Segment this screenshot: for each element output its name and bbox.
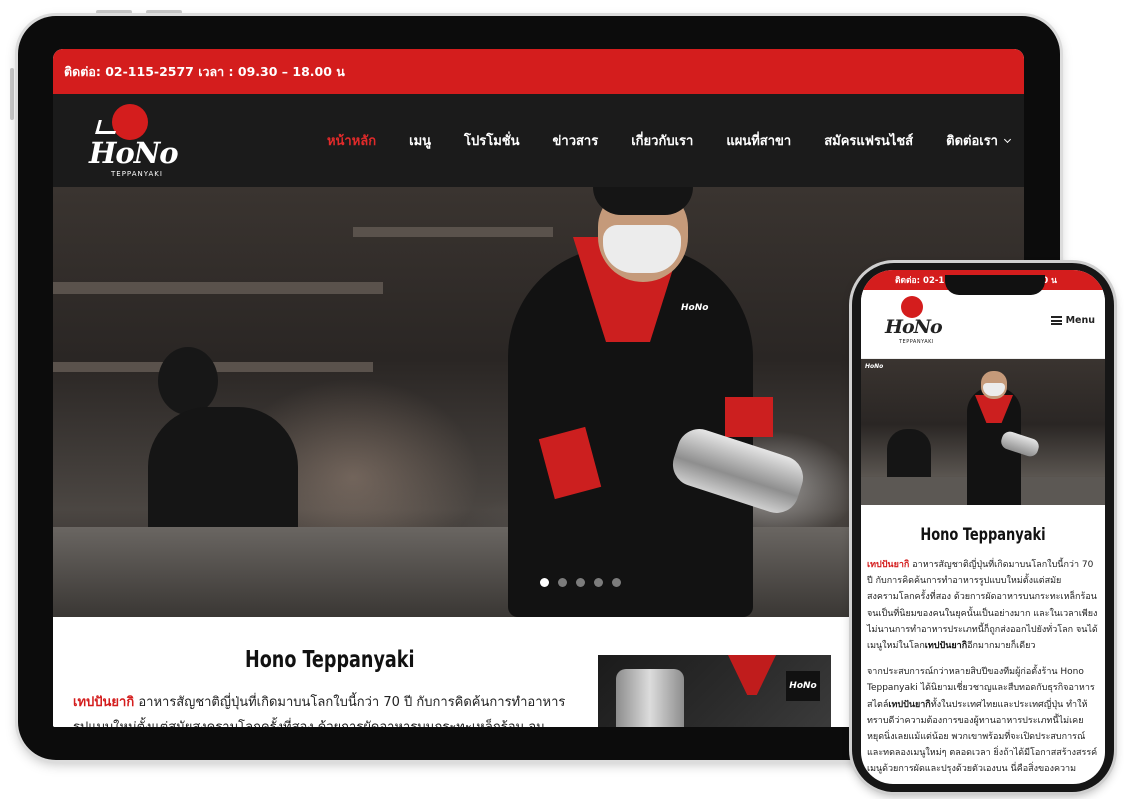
phone-frame: ติดต่อ: 02-1 00 น HoNo TEPPANYAKI Menu H… xyxy=(852,263,1114,792)
logo-emblem-icon xyxy=(901,296,923,318)
nav-item-about[interactable]: เกี่ยวกับเรา xyxy=(631,130,693,151)
phone-hero-slider[interactable]: HoNo xyxy=(861,359,1105,505)
apron-logo: HoNo xyxy=(681,303,709,313)
background-shelf xyxy=(353,227,553,237)
intro-text: อาหารสัญชาติญี่ปุ่นที่เกิดมาบนโลกใบนี้กว… xyxy=(73,695,566,727)
hero-photo-chef-hair xyxy=(593,187,693,215)
phone-contact-text: ติดต่อ: 02-1 xyxy=(895,276,945,286)
phone-intro-paragraph: เทปปันยากิ อาหารสัญชาติญี่ปุ่นที่เกิดมาบ… xyxy=(861,557,1105,654)
phone-intro-paragraph-2: จากประสบการณ์กว่าหลายสิบปีของทีมผู้ก่อตั… xyxy=(861,664,1105,777)
hero-photo-worker xyxy=(158,347,218,415)
nav-item-branches[interactable]: แผนที่สาขา xyxy=(726,130,791,151)
main-navbar: HoNo TEPPANYAKI หน้าหลัก เมนู โปรโมชั่น … xyxy=(53,94,1024,187)
main-menu: หน้าหลัก เมนู โปรโมชั่น ข่าวสาร เกี่ยวกั… xyxy=(327,94,1024,187)
logo-subtitle: TEPPANYAKI xyxy=(111,170,163,178)
nav-item-menu[interactable]: เมนู xyxy=(409,130,431,151)
phone-intro-end: อีกมากมายก็เดียว xyxy=(967,641,1036,652)
chevron-down-icon xyxy=(1003,135,1012,143)
highlight-word: เทปปันยากิ xyxy=(867,560,910,570)
phone-notch xyxy=(945,275,1045,295)
slider-dots xyxy=(540,578,621,587)
nav-item-franchise[interactable]: สมัครแฟรนไชส์ xyxy=(824,130,913,151)
nav-item-news[interactable]: ข่าวสาร xyxy=(553,130,599,151)
bold-word: เทปปันยากิ xyxy=(924,641,968,652)
bold-word: เทปปันยากิ xyxy=(888,699,931,710)
slider-dot[interactable] xyxy=(558,578,567,587)
contact-bar: ติดต่อ: 02-115-2577 เวลา : 09.30 – 18.00… xyxy=(53,49,1024,94)
site-logo[interactable]: HoNo TEPPANYAKI xyxy=(89,104,179,178)
nav-item-contact[interactable]: ติดต่อเรา xyxy=(946,130,1012,151)
slider-dot[interactable] xyxy=(576,578,585,587)
side-photo: HoNo xyxy=(598,655,831,727)
phone-section-title: Hono Teppanyaki xyxy=(920,525,1046,545)
phone-intro-text: อาหารสัญชาติญี่ปุ่นที่เกิดมาบนโลกใบนี้กว… xyxy=(867,560,1098,652)
device-mockup-canvas: ติดต่อ: 02-115-2577 เวลา : 09.30 – 18.00… xyxy=(0,0,1124,799)
phone-site-logo[interactable]: HoNo TEPPANYAKI xyxy=(885,296,945,346)
phone-screen: ติดต่อ: 02-1 00 น HoNo TEPPANYAKI Menu H… xyxy=(861,270,1105,784)
mobile-menu-button[interactable]: Menu xyxy=(1050,315,1095,326)
wok-icon xyxy=(95,120,119,134)
background-shelf xyxy=(53,282,383,294)
logo-wordmark: HoNo xyxy=(885,316,943,338)
phone-navbar: HoNo TEPPANYAKI Menu xyxy=(861,290,1105,359)
slider-dot[interactable] xyxy=(540,578,549,587)
slider-dot[interactable] xyxy=(594,578,603,587)
contact-text: ติดต่อ: 02-115-2577 เวลา : 09.30 – 18.00… xyxy=(64,63,345,79)
intro-paragraph: เทปปันยากิ อาหารสัญชาติญี่ปุ่นที่เกิดมาบ… xyxy=(73,690,573,727)
phone-intro-text-2-rest: ทั้งในประเทศไทยและประเทศญี่ปุ่น ทำให้ทรา… xyxy=(867,699,1098,775)
slider-dot[interactable] xyxy=(612,578,621,587)
decorative-bar xyxy=(96,10,132,14)
decorative-bar xyxy=(146,10,182,14)
decorative-bar xyxy=(10,68,14,120)
highlight-word: เทปปันยากิ xyxy=(73,695,135,710)
hero-photo-chef-mask xyxy=(603,225,681,273)
mobile-menu-label: Menu xyxy=(1065,315,1095,326)
nav-item-promotion[interactable]: โปรโมชั่น xyxy=(464,130,519,151)
side-photo-shaker xyxy=(616,669,684,727)
nav-item-home[interactable]: หน้าหลัก xyxy=(327,130,376,151)
section-title: Hono Teppanyaki xyxy=(245,647,415,673)
nav-item-contact-label: ติดต่อเรา xyxy=(946,134,998,149)
side-photo-logo: HoNo xyxy=(786,671,820,701)
hamburger-icon xyxy=(1050,316,1062,325)
side-photo-collar xyxy=(728,655,776,695)
hero-photo-chef-cuff xyxy=(725,397,773,437)
logo-subtitle: TEPPANYAKI xyxy=(899,339,934,345)
logo-wordmark: HoNo xyxy=(89,136,179,170)
hero-photo-logo: HoNo xyxy=(865,363,884,370)
